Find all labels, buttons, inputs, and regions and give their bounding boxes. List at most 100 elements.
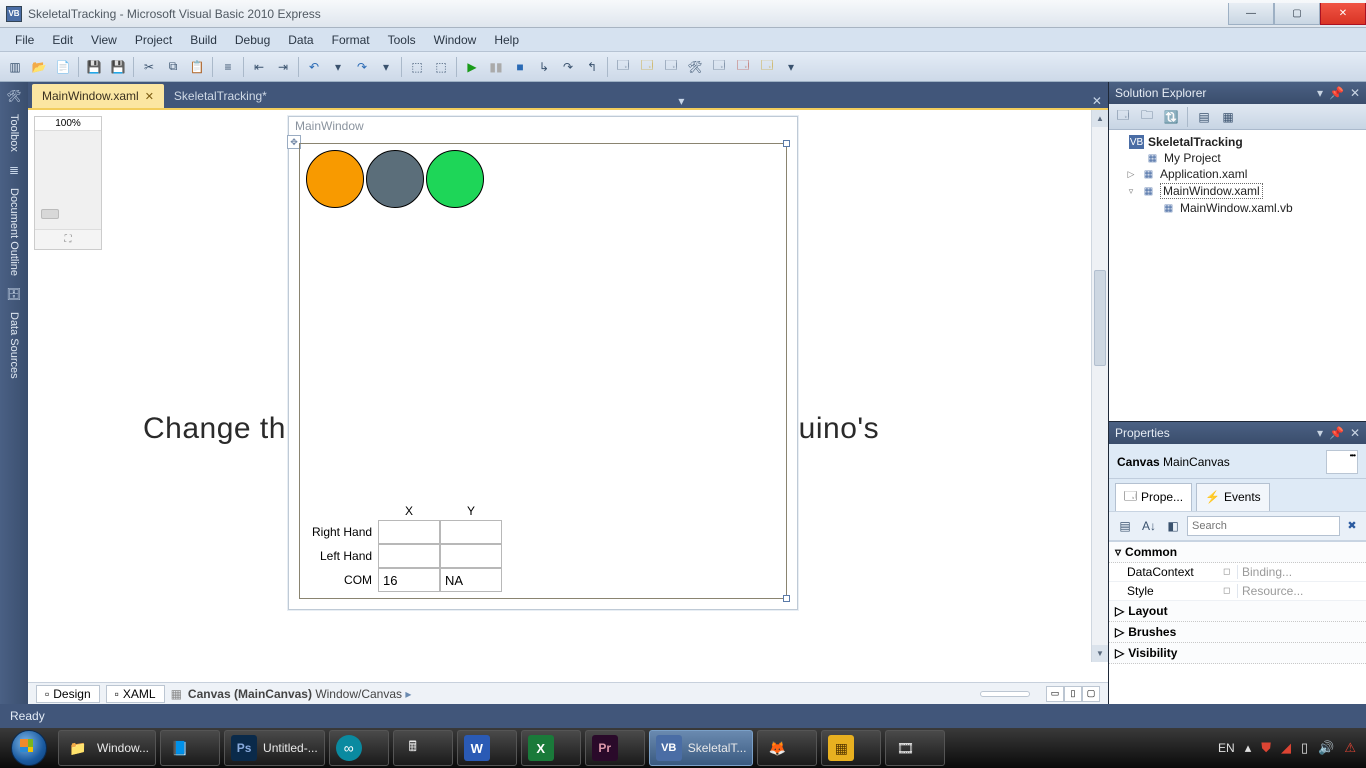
prop-style[interactable]: Style ◻ Resource...: [1109, 582, 1366, 601]
paste-icon[interactable]: 📋: [186, 56, 208, 78]
maximize-button[interactable]: ▢: [1274, 3, 1320, 25]
lefthand-y-input[interactable]: [440, 544, 502, 568]
view-collapse-icon[interactable]: ▢: [1082, 686, 1100, 702]
tabs-close-icon[interactable]: ✕: [1086, 94, 1108, 108]
com-port-input[interactable]: 16: [378, 568, 440, 592]
open-icon[interactable]: 📂: [28, 56, 50, 78]
design-canvas[interactable]: X Y Right Hand Left Hand: [299, 143, 787, 599]
add-item-icon[interactable]: 📄: [52, 56, 74, 78]
toolbox-tab[interactable]: Toolbox: [8, 114, 20, 152]
panel-close-icon[interactable]: ✕: [1350, 426, 1360, 440]
expand-icon[interactable]: ▷: [1125, 169, 1137, 180]
mainwindowvb-node[interactable]: MainWindow.xaml.vb: [1180, 201, 1293, 215]
group-common[interactable]: ▿Common: [1109, 542, 1366, 563]
menu-debug[interactable]: Debug: [226, 33, 279, 47]
group-visibility[interactable]: ▷Visibility: [1109, 643, 1366, 664]
righthand-x-input[interactable]: [378, 520, 440, 544]
redo-drop-icon[interactable]: ▾: [375, 56, 397, 78]
menu-edit[interactable]: Edit: [43, 33, 82, 47]
myproject-node[interactable]: My Project: [1164, 151, 1221, 165]
se-viewdesign-icon[interactable]: ▦: [1218, 107, 1238, 127]
undo-drop-icon[interactable]: ▾: [327, 56, 349, 78]
panel-close-icon[interactable]: ✕: [1350, 86, 1360, 100]
step-over-icon[interactable]: ↷: [557, 56, 579, 78]
solution-tree[interactable]: VBSkeletalTracking ▦My Project ▷▦Applica…: [1109, 130, 1366, 421]
design-tab[interactable]: ▫ Design: [36, 685, 100, 703]
alpha-sort-icon[interactable]: A↓: [1139, 516, 1159, 536]
mainwindow-node[interactable]: MainWindow.xaml: [1160, 183, 1263, 199]
nav-fwd-icon[interactable]: ⬚: [430, 56, 452, 78]
design-window[interactable]: MainWindow ✥ X Y: [288, 116, 798, 610]
taskbar-item[interactable]: ∞: [329, 730, 389, 766]
collapse-icon[interactable]: ▿: [1125, 186, 1137, 197]
tray-battery-icon[interactable]: ▯: [1301, 740, 1308, 756]
align-icon[interactable]: ≡: [217, 56, 239, 78]
menu-data[interactable]: Data: [279, 33, 322, 47]
tab-mainwindow[interactable]: MainWindow.xaml ✕: [32, 84, 164, 108]
outdent-icon[interactable]: ⇤: [248, 56, 270, 78]
designer-surface[interactable]: 100% ⛶ Change the com port number to mat…: [28, 108, 1108, 682]
lang-indicator[interactable]: EN: [1218, 741, 1235, 755]
undo-icon[interactable]: ↶: [303, 56, 325, 78]
tray-av-icon[interactable]: ◢: [1281, 740, 1291, 756]
close-tab-icon[interactable]: ✕: [145, 90, 154, 103]
group-layout[interactable]: ▷Layout: [1109, 601, 1366, 622]
taskbar-item[interactable]: 🎞: [885, 730, 945, 766]
taskbar-item[interactable]: Pr: [585, 730, 645, 766]
object-browser-icon[interactable]: 🗔: [660, 56, 682, 78]
minimize-button[interactable]: —: [1228, 3, 1274, 25]
zoom-track[interactable]: [35, 131, 101, 229]
se-refresh-icon[interactable]: 🔃: [1161, 107, 1181, 127]
clear-search-icon[interactable]: ✖: [1344, 519, 1360, 532]
scroll-thumb[interactable]: [1094, 270, 1106, 366]
docoutline-tab[interactable]: Document Outline: [8, 188, 20, 276]
view-vertical-icon[interactable]: ▯: [1064, 686, 1082, 702]
prop-source-icon[interactable]: ◧: [1163, 516, 1183, 536]
properties-tab[interactable]: 🗔Prope...: [1115, 483, 1192, 511]
prop-marker-icon[interactable]: ◻: [1223, 585, 1237, 596]
nav-back-icon[interactable]: ⬚: [406, 56, 428, 78]
properties-icon[interactable]: 🗔: [636, 56, 658, 78]
panel-dropdown-icon[interactable]: ▾: [1317, 426, 1323, 440]
save-icon[interactable]: 💾: [83, 56, 105, 78]
taskbar-item[interactable]: 📁Window...: [58, 730, 156, 766]
prop-marker-icon[interactable]: ◻: [1223, 566, 1237, 577]
view-horizontal-icon[interactable]: ▭: [1046, 686, 1064, 702]
immediate-icon[interactable]: 🗔: [732, 56, 754, 78]
datasources-tab[interactable]: Data Sources: [8, 312, 20, 379]
split-grip[interactable]: [980, 691, 1030, 697]
menu-format[interactable]: Format: [323, 33, 379, 47]
events-tab[interactable]: ⚡Events: [1196, 483, 1270, 511]
tray-shield-icon[interactable]: ⛊: [1261, 740, 1271, 756]
start-button[interactable]: [2, 728, 56, 768]
close-button[interactable]: ✕: [1320, 3, 1366, 25]
redo-icon[interactable]: ↷: [351, 56, 373, 78]
menu-project[interactable]: Project: [126, 33, 181, 47]
ellipse-gray[interactable]: [366, 150, 424, 208]
tray-network-icon[interactable]: ⚠: [1344, 740, 1356, 756]
panel-pin-icon[interactable]: 📌: [1329, 86, 1344, 100]
menu-window[interactable]: Window: [425, 33, 486, 47]
pause-icon[interactable]: ▮▮: [485, 56, 507, 78]
step-into-icon[interactable]: ↳: [533, 56, 555, 78]
taskbar-item[interactable]: W: [457, 730, 517, 766]
panel-dropdown-icon[interactable]: ▾: [1317, 86, 1323, 100]
solution-explorer-icon[interactable]: 🗔: [612, 56, 634, 78]
zoom-thumb[interactable]: [41, 209, 59, 219]
tabs-dropdown-icon[interactable]: ▾: [672, 94, 690, 108]
zoom-fit-icon[interactable]: ⛶: [35, 229, 101, 249]
righthand-y-input[interactable]: [440, 520, 502, 544]
cut-icon[interactable]: ✂: [138, 56, 160, 78]
group-brushes[interactable]: ▷Brushes: [1109, 622, 1366, 643]
copy-icon[interactable]: ⧉: [162, 56, 184, 78]
menu-help[interactable]: Help: [485, 33, 528, 47]
taskbar-item[interactable]: PsUntitled-...: [224, 730, 325, 766]
properties-header[interactable]: Properties ▾📌✕: [1109, 422, 1366, 444]
tray-up-icon[interactable]: ▴: [1245, 740, 1252, 756]
zoom-control[interactable]: 100% ⛶: [34, 116, 102, 250]
datasources-tab-icon[interactable]: 🗄: [4, 284, 24, 304]
com-status-input[interactable]: NA: [440, 568, 502, 592]
resize-handle[interactable]: [783, 595, 790, 602]
ext-manage-icon[interactable]: 🗔: [756, 56, 778, 78]
solution-explorer-header[interactable]: Solution Explorer ▾📌✕: [1109, 82, 1366, 104]
